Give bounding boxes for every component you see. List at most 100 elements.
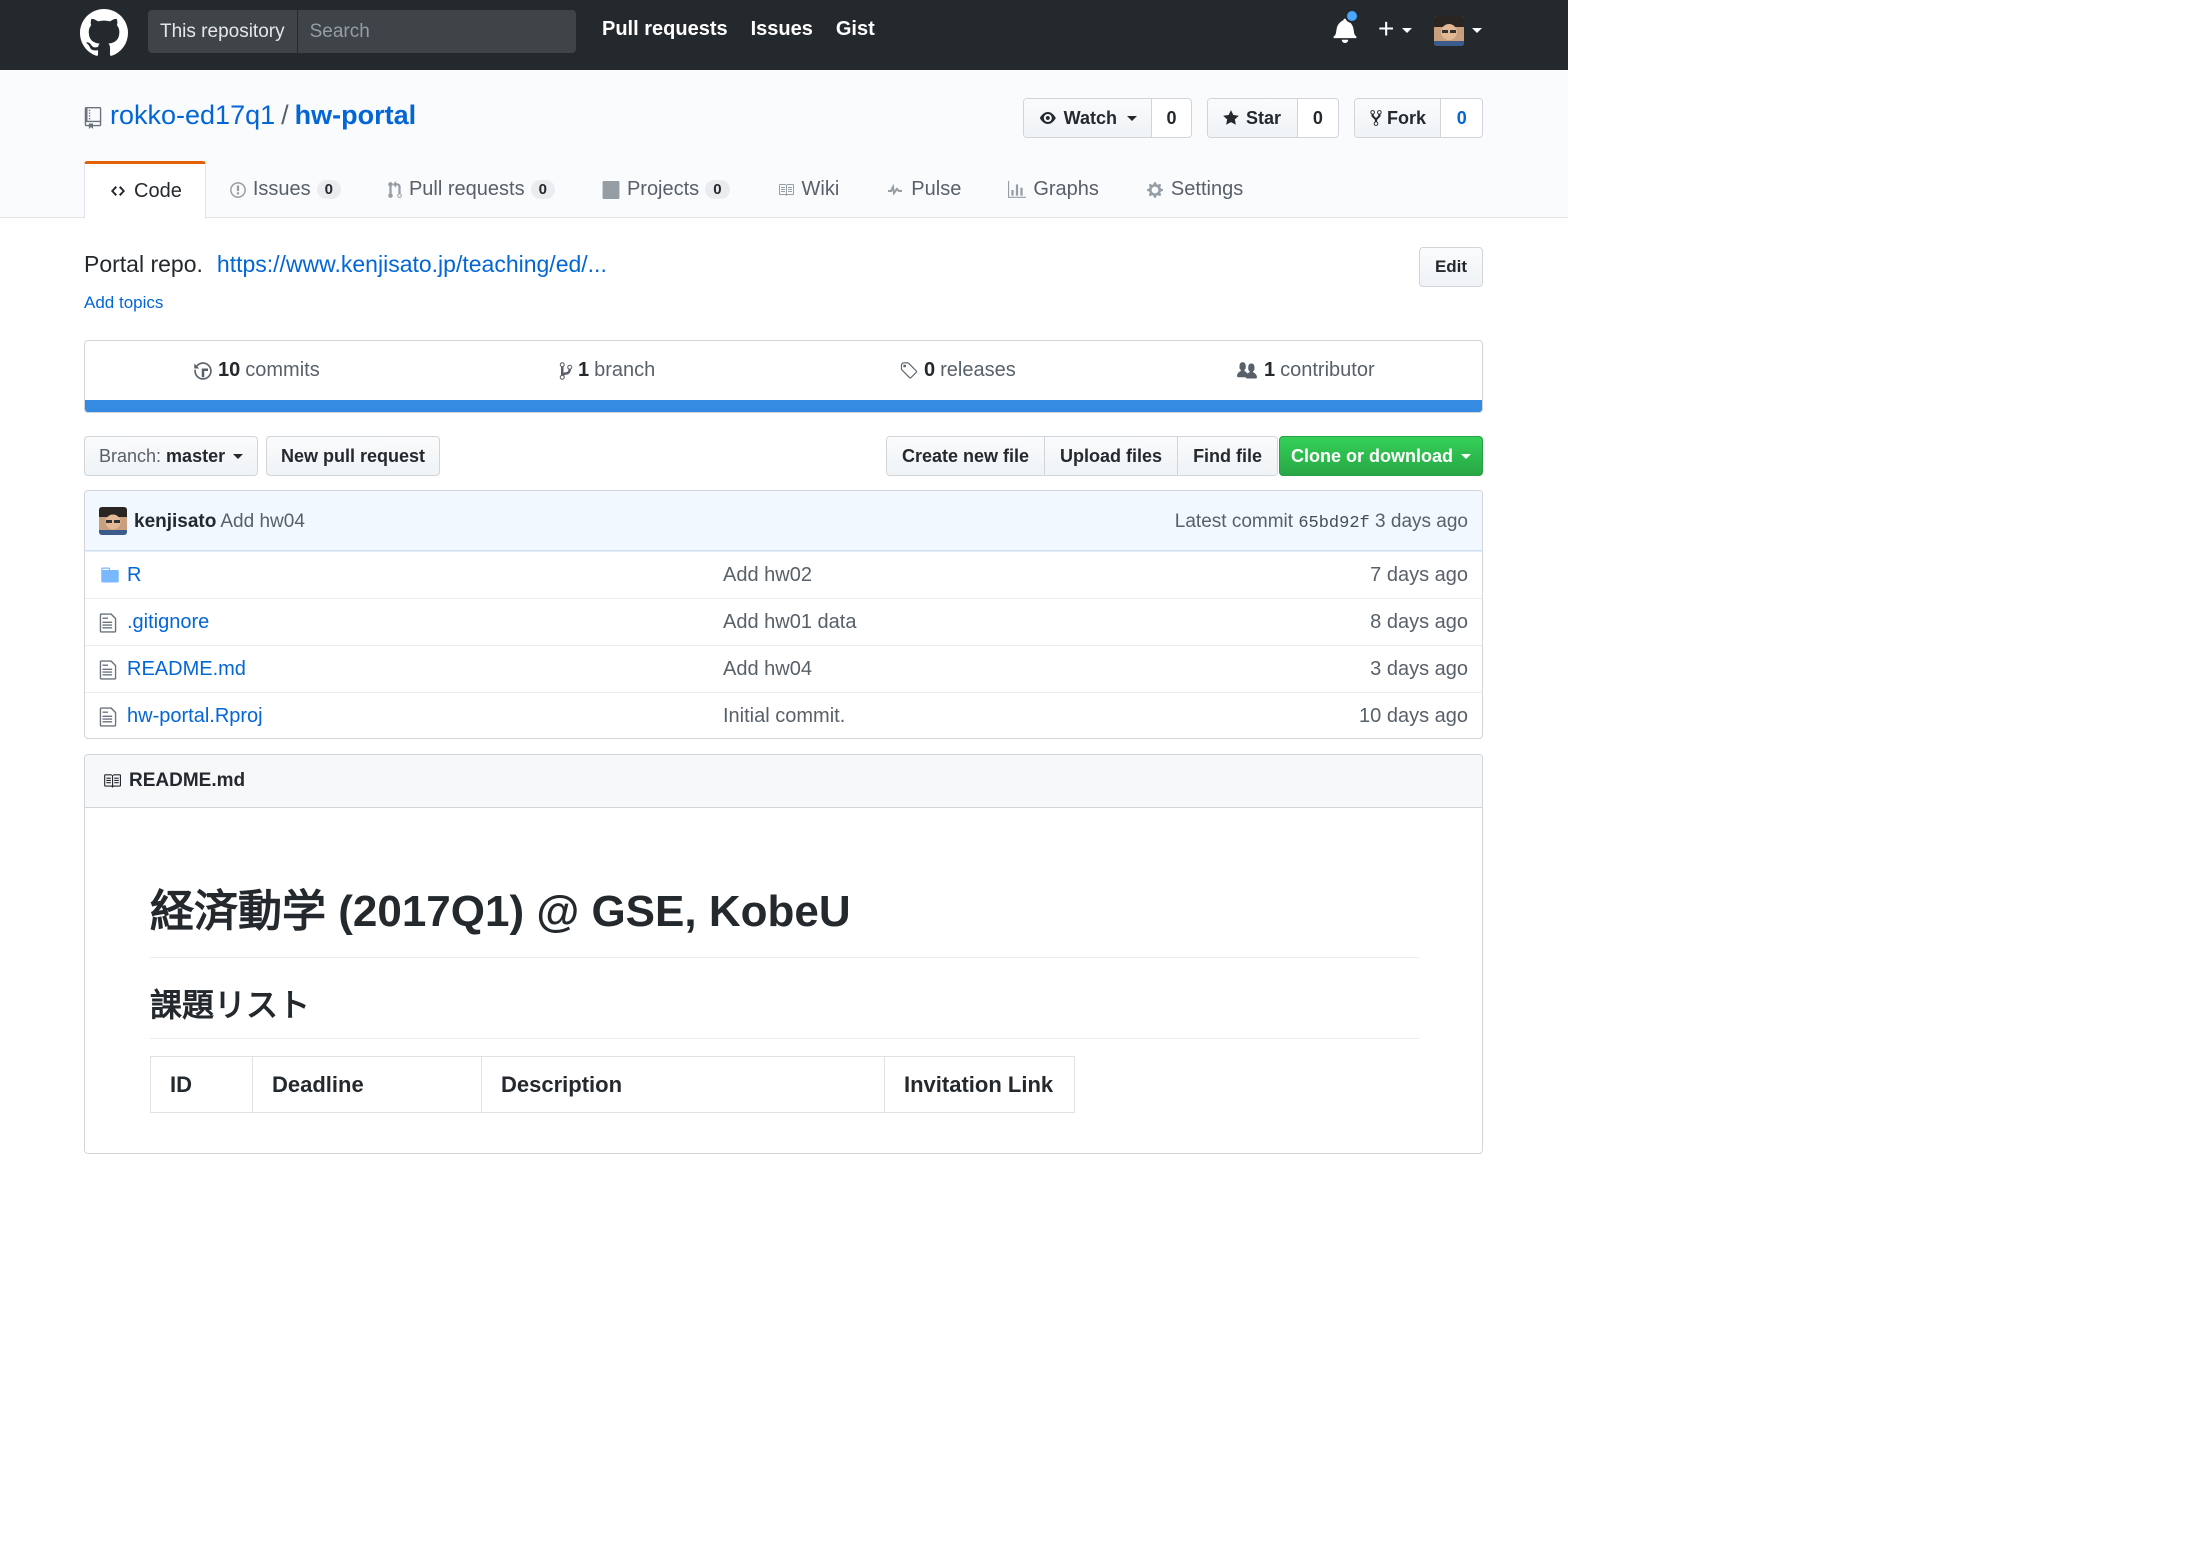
commit-sha-link[interactable]: 65bd92f [1298, 514, 1369, 533]
file-commit-message[interactable]: Add hw02 [723, 564, 812, 587]
commits-link[interactable]: 10 commits [193, 359, 320, 382]
chevron-down-icon [1127, 115, 1137, 121]
watch-button[interactable]: Watch [1024, 99, 1152, 137]
star-count[interactable]: 0 [1298, 99, 1338, 137]
file-name-link[interactable]: .gitignore [127, 611, 209, 634]
github-logo-icon[interactable] [80, 9, 128, 57]
repo-nav-tabs: Code Issues 0 Pull requests 0 Projects 0… [84, 161, 1266, 219]
repo-title: rokko-ed17q1/hw-portal [110, 100, 416, 131]
file-commit-message[interactable]: Add hw04 [723, 658, 812, 681]
graph-icon [1007, 180, 1027, 199]
commit-summary: kenjisato Add hw04 [134, 511, 305, 533]
nav-issues[interactable]: Issues [751, 18, 813, 41]
repo-owner-link[interactable]: rokko-ed17q1 [110, 100, 275, 130]
branch-select[interactable]: Branch: master [84, 436, 258, 476]
language-bar[interactable] [85, 400, 1482, 412]
repo-name-link[interactable]: hw-portal [295, 100, 417, 130]
fork-button-group: Fork 0 [1354, 98, 1483, 138]
chevron-down-icon [1461, 453, 1471, 459]
homepage-link[interactable]: https://www.kenjisato.jp/teaching/ed/... [217, 251, 607, 277]
issue-opened-icon [229, 181, 247, 199]
commit-author-link[interactable]: kenjisato [134, 511, 216, 532]
clone-label: Clone or download [1291, 445, 1453, 466]
create-new-icon[interactable]: + [1378, 14, 1394, 44]
fork-icon [1370, 110, 1382, 126]
create-new-file-button[interactable]: Create new file [887, 437, 1046, 475]
tab-code[interactable]: Code [84, 161, 206, 219]
author-avatar[interactable] [99, 507, 127, 535]
tab-pull-requests[interactable]: Pull requests 0 [364, 161, 578, 218]
unread-indicator [1345, 9, 1359, 23]
file-row: .gitignore Add hw01 data 8 days ago [85, 598, 1482, 645]
branches-label: branch [594, 359, 656, 381]
user-avatar[interactable] [1434, 16, 1464, 46]
tab-wiki[interactable]: Wiki [753, 161, 863, 218]
tab-label: Projects [626, 178, 700, 200]
star-label: Star [1246, 107, 1282, 128]
folder-icon [101, 567, 119, 583]
latest-commit-bar: kenjisato Add hw04 Latest commit 65bd92f … [85, 491, 1482, 551]
edit-description-button[interactable]: Edit [1419, 247, 1483, 287]
add-topics-link[interactable]: Add topics [84, 293, 163, 313]
releases-link[interactable]: 0 releases [899, 359, 1016, 382]
commit-message-link[interactable]: Add hw04 [220, 511, 305, 532]
repo-summary: 10 commits 1 branch 0 releases 1 contributor [84, 340, 1483, 413]
releases-count: 0 [924, 359, 936, 381]
file-commit-age: 8 days ago [1370, 611, 1468, 633]
file-text-icon [99, 660, 117, 680]
commit-age: 3 days ago [1375, 511, 1468, 532]
readme-title: 経済動学 (2017Q1) @ GSE, KobeU [150, 875, 1419, 958]
contributors-link[interactable]: 1 contributor [1235, 359, 1375, 382]
branches-link[interactable]: 1 branch [559, 359, 655, 382]
file-name-link[interactable]: README.md [127, 658, 246, 681]
file-commit-age: 7 days ago [1370, 564, 1468, 586]
tab-issues[interactable]: Issues 0 [206, 161, 364, 218]
fork-button[interactable]: Fork [1355, 99, 1442, 137]
upload-files-button[interactable]: Upload files [1045, 437, 1179, 475]
readme-subtitle: 課題リスト [150, 980, 1419, 1039]
new-pull-request-button[interactable]: New pull request [266, 436, 440, 476]
fork-count[interactable]: 0 [1441, 99, 1482, 137]
tab-pulse[interactable]: Pulse [862, 161, 984, 218]
tab-label: Pulse [911, 178, 962, 200]
watch-count[interactable]: 0 [1152, 99, 1191, 137]
file-commit-age: 10 days ago [1359, 705, 1468, 727]
branches-count: 1 [578, 359, 590, 381]
star-button-group: Star 0 [1207, 98, 1339, 138]
clone-or-download-button[interactable]: Clone or download [1279, 436, 1483, 476]
file-commit-message[interactable]: Initial commit. [723, 705, 845, 728]
file-actions-group: Create new file Upload files Find file [886, 436, 1279, 476]
file-text-icon [99, 613, 117, 633]
file-row: README.md Add hw04 3 days ago [85, 645, 1482, 692]
tab-label: Issues [252, 178, 311, 200]
star-icon [1223, 110, 1239, 125]
tab-projects[interactable]: Projects 0 [578, 161, 753, 218]
tab-label: Graphs [1033, 178, 1099, 200]
file-name-link[interactable]: hw-portal.Rproj [127, 705, 263, 728]
assignments-table: ID Deadline Description Invitation Link [150, 1056, 1075, 1113]
table-header: Deadline [252, 1056, 482, 1113]
file-list: kenjisato Add hw04 Latest commit 65bd92f … [84, 490, 1483, 739]
commits-label: commits [245, 359, 320, 381]
branch-prefix: Branch: [99, 445, 162, 466]
global-nav: Pull requests Issues Gist [602, 18, 875, 41]
search-input[interactable] [297, 11, 576, 52]
file-commit-message[interactable]: Add hw01 data [723, 611, 856, 634]
file-name-link[interactable]: R [127, 564, 141, 587]
tab-graphs[interactable]: Graphs [984, 161, 1122, 218]
file-commit-age: 3 days ago [1370, 658, 1468, 680]
table-header: Description [481, 1056, 885, 1113]
tab-settings[interactable]: Settings [1122, 161, 1266, 218]
nav-pull-requests[interactable]: Pull requests [602, 18, 728, 41]
find-file-button[interactable]: Find file [1178, 437, 1278, 475]
search-scope-label: This repository [148, 10, 298, 53]
star-button[interactable]: Star [1208, 99, 1298, 137]
repo-description: Portal repo. https://www.kenjisato.jp/tea… [84, 251, 607, 278]
watch-button-group: Watch 0 [1023, 98, 1192, 138]
repo-separator: / [281, 100, 289, 130]
global-header: This repository Pull requests Issues Gis… [0, 0, 1568, 70]
watch-label: Watch [1063, 107, 1117, 128]
latest-commit-label: Latest commit [1174, 511, 1294, 532]
nav-gist[interactable]: Gist [836, 18, 875, 41]
projects-counter: 0 [705, 180, 730, 199]
